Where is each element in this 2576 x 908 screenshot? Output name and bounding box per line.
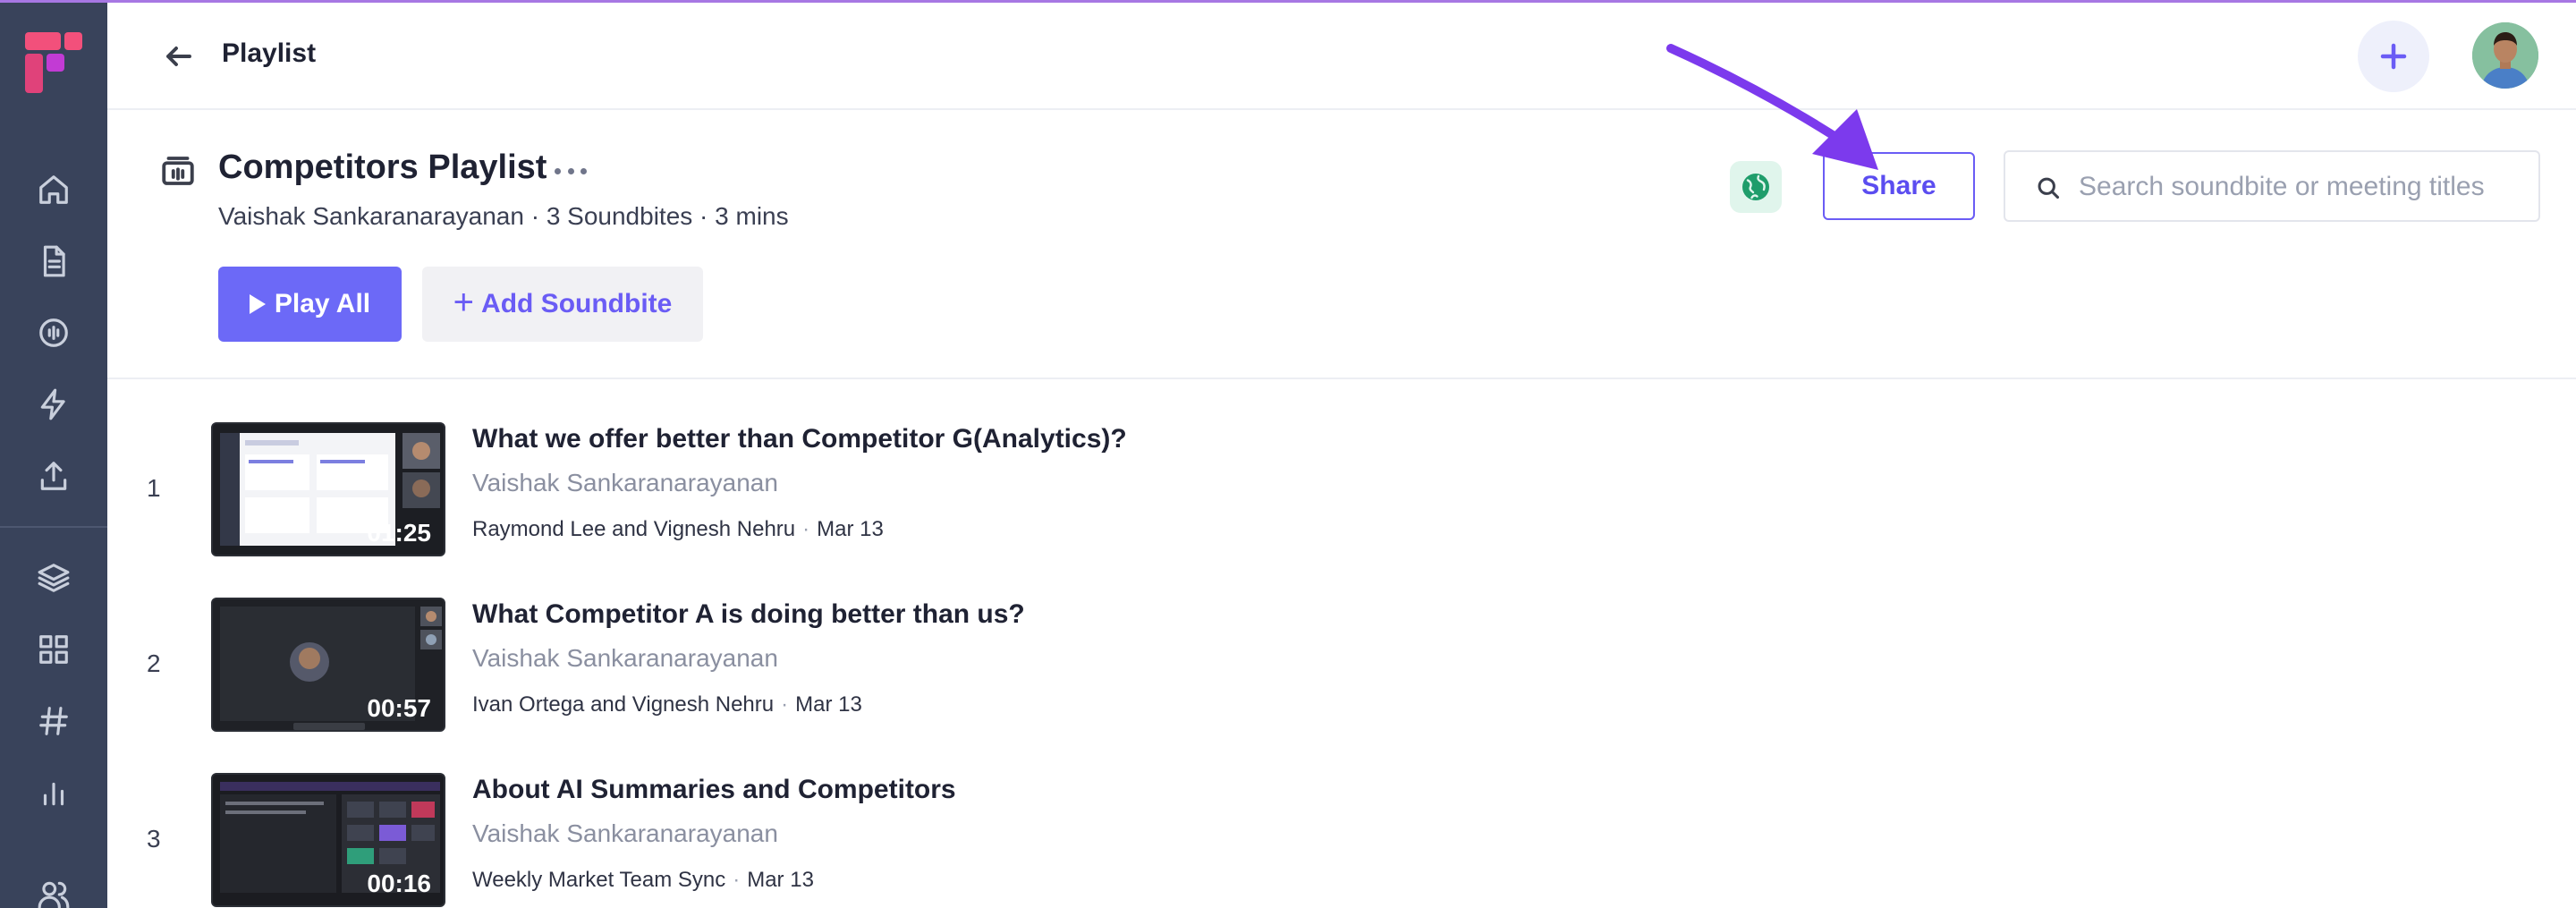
hashtag-icon[interactable] [36,703,72,739]
search-field[interactable] [2004,150,2540,222]
sidebar [0,0,107,908]
soundbite-row[interactable]: 2 00:57 What Competitor A is doing bette… [107,598,2576,741]
soundbite-meta: Raymond Lee and Vignesh Nehru · Mar 13 [472,517,884,541]
soundbite-title[interactable]: What Competitor A is doing better than u… [472,599,1025,630]
soundbite-title[interactable]: What we offer better than Competitor G(A… [472,424,1127,454]
soundbite-title[interactable]: About AI Summaries and Competitors [472,775,956,805]
grid-icon[interactable] [36,632,72,667]
soundbite-owner: Vaishak Sankaranarayanan [472,644,778,672]
sidebar-divider [0,526,107,528]
section-divider [107,378,2576,379]
add-soundbite-button[interactable]: + Add Soundbite [422,267,703,342]
soundbite-meta: Ivan Ortega and Vignesh Nehru · Mar 13 [472,692,862,717]
soundbite-thumbnail[interactable]: 01:25 [211,422,445,556]
top-header: Playlist [107,3,2576,110]
avatar[interactable] [2472,22,2538,89]
app-logo[interactable] [25,32,84,95]
meeting-name[interactable]: Weekly Market Team Sync [472,868,725,892]
soundbite-thumbnail[interactable]: 00:16 [211,773,445,907]
add-soundbite-label: Add Soundbite [481,289,673,318]
lightning-icon[interactable] [36,386,72,422]
row-index: 1 [147,474,161,502]
duration-label: 00:16 [367,870,431,897]
soundbite-date: Mar 13 [795,692,862,717]
top-accent-line [0,0,2576,3]
meeting-name[interactable]: Ivan Ortega and Vignesh Nehru [472,692,774,717]
meeting-name[interactable]: Raymond Lee and Vignesh Nehru [472,517,795,541]
home-icon[interactable] [36,172,72,208]
back-arrow-icon[interactable] [163,40,195,72]
soundbite-date: Mar 13 [747,868,814,892]
layers-icon[interactable] [36,560,72,596]
annotation-arrow [1666,44,1878,170]
soundbite-row[interactable]: 3 00:16 About AI Summaries and Competito… [107,773,2576,908]
play-all-button[interactable]: Play All [218,267,402,342]
playlist-meta: Vaishak Sankaranarayanan · 3 Soundbites … [218,202,789,230]
search-input[interactable] [2079,165,2526,209]
audio-icon[interactable] [36,315,72,351]
play-icon [249,294,266,314]
soundbite-owner: Vaishak Sankaranarayanan [472,469,778,496]
search-icon [2038,177,2060,199]
soundbite-row[interactable]: 1 01:25 What we offer better than Compet… [107,422,2576,565]
playlist-title: Competitors Playlist [218,149,547,186]
more-icon[interactable] [555,157,587,184]
soundbite-date: Mar 13 [817,517,884,541]
row-index: 3 [147,825,161,853]
document-icon[interactable] [36,243,72,279]
bar-chart-icon[interactable] [36,775,72,810]
soundbite-thumbnail[interactable]: 00:57 [211,598,445,732]
duration-label: 00:57 [367,694,431,722]
plus-icon: + [453,283,475,322]
row-index: 2 [147,649,161,677]
play-all-label: Play All [274,289,371,318]
page-title: Playlist [222,38,317,68]
users-icon[interactable] [36,877,72,908]
playlist-icon [159,152,197,190]
soundbite-meta: Weekly Market Team Sync · Mar 13 [472,868,814,892]
soundbite-owner: Vaishak Sankaranarayanan [472,819,778,847]
duration-label: 01:25 [367,519,431,547]
upload-icon[interactable] [36,458,72,494]
create-button[interactable] [2358,21,2429,92]
plus-icon [2380,43,2407,70]
